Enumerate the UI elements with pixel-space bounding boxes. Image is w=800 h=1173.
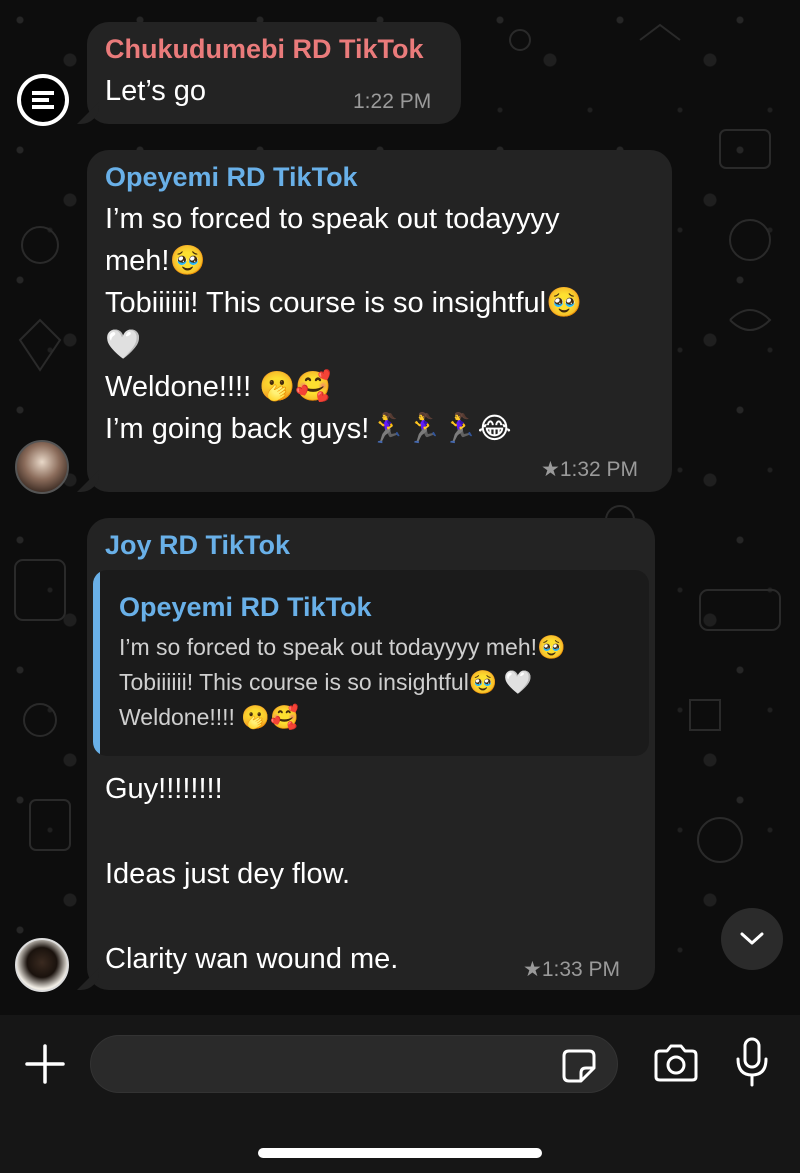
- message-text: 🤍: [105, 329, 142, 361]
- camera-icon: [654, 1044, 698, 1082]
- message-text: Let’s go: [105, 75, 207, 107]
- message-bubble-3[interactable]: Joy RD TikTok Opeyemi RD TikTok I’m so f…: [87, 518, 655, 990]
- message-text: Ideas just dey flow.: [105, 858, 351, 890]
- chevron-down-icon: [740, 932, 764, 945]
- plus-icon: [25, 1044, 65, 1084]
- reply-quote[interactable]: Opeyemi RD TikTok I’m so forced to speak…: [93, 570, 649, 756]
- message-sender[interactable]: Chukudumebi RD TikTok: [105, 32, 424, 66]
- message-text: I’m going back guys!🏃‍♀️🏃‍♀️🏃‍♀️😂: [105, 413, 512, 445]
- sender-avatar[interactable]: [15, 440, 69, 494]
- message-sender[interactable]: Opeyemi RD TikTok: [105, 160, 358, 194]
- sender-avatar[interactable]: [15, 938, 69, 992]
- message-text: I’m so forced to speak out todayyyy: [105, 203, 560, 235]
- microphone-icon: [736, 1037, 768, 1087]
- reply-text: Tobiiiiii! This course is so insightful🥹…: [119, 669, 533, 695]
- microphone-button[interactable]: [732, 1037, 772, 1089]
- sticker-button[interactable]: [561, 1048, 597, 1084]
- message-time: ★1:32 PM: [541, 458, 639, 481]
- sticker-icon: [562, 1049, 596, 1083]
- scroll-down-button[interactable]: [721, 908, 783, 970]
- attach-button[interactable]: [20, 1039, 70, 1089]
- message-bubble-2[interactable]: Opeyemi RD TikTok I’m so forced to speak…: [87, 150, 672, 492]
- reply-sender: Opeyemi RD TikTok: [119, 592, 372, 622]
- message-text: Weldone!!!! 🫢🥰: [105, 371, 332, 403]
- message-input[interactable]: [90, 1035, 618, 1093]
- reply-accent-bar: [93, 570, 100, 756]
- message-text: Guy!!!!!!!!: [105, 773, 223, 805]
- camera-button[interactable]: [652, 1041, 700, 1085]
- reply-text: Weldone!!!! 🫢🥰: [119, 704, 299, 730]
- message-text: Clarity wan wound me.: [105, 943, 399, 975]
- message-text: meh!🥹: [105, 245, 206, 277]
- message-bubble-1[interactable]: Chukudumebi RD TikTok Let’s go 1:22 PM: [87, 22, 461, 124]
- bot-avatar[interactable]: [17, 74, 69, 126]
- menu-lines-icon: [21, 78, 65, 122]
- reply-text: I’m so forced to speak out todayyyy meh!…: [119, 634, 566, 660]
- message-time: ★1:33 PM: [523, 958, 621, 981]
- message-sender[interactable]: Joy RD TikTok: [105, 528, 290, 562]
- home-indicator[interactable]: [258, 1148, 542, 1158]
- message-text: Tobiiiiii! This course is so insightful🥹: [105, 287, 583, 319]
- message-time: 1:22 PM: [353, 90, 432, 113]
